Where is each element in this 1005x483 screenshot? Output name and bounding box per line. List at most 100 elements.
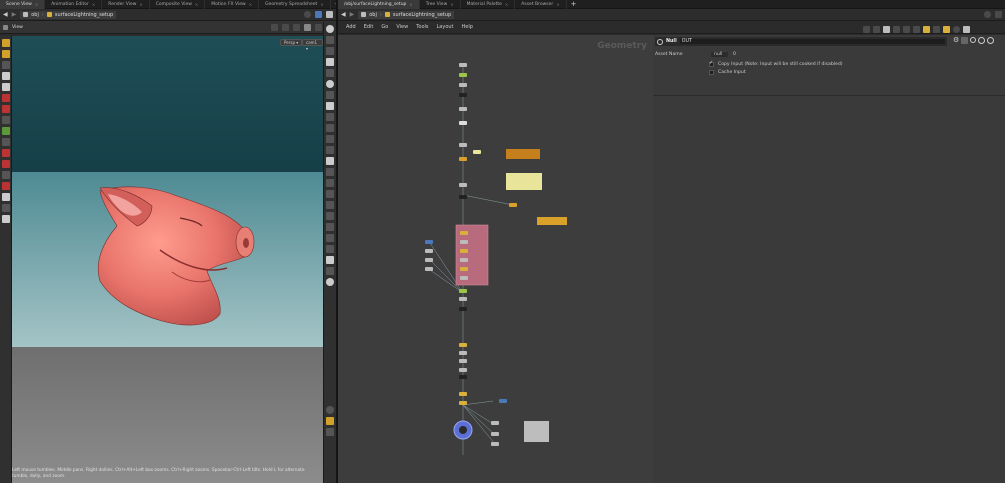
move-tool-icon[interactable] <box>1 50 10 58</box>
magnet2-icon[interactable] <box>1 182 10 190</box>
tools-icon[interactable] <box>863 26 870 33</box>
view-tool-icon[interactable] <box>1 204 10 212</box>
close-icon[interactable]: × <box>505 0 508 9</box>
display-icon-3[interactable] <box>326 69 334 77</box>
handle-tool-icon[interactable] <box>1 94 10 102</box>
close-icon[interactable]: × <box>139 0 142 9</box>
sticky-note-orange[interactable] <box>506 149 540 159</box>
display-icon-14[interactable] <box>326 223 334 231</box>
snap-grid-icon[interactable] <box>1 127 10 135</box>
menu-edit[interactable]: Edit <box>364 24 374 30</box>
expand-icon[interactable] <box>326 428 334 436</box>
badge-icon[interactable] <box>923 26 930 33</box>
lock-camera-icon[interactable] <box>326 58 334 66</box>
display-icon-7[interactable] <box>326 146 334 154</box>
sop-node[interactable] <box>459 289 467 293</box>
sop-node[interactable] <box>491 432 499 436</box>
sop-node[interactable] <box>460 276 468 280</box>
sop-node[interactable] <box>459 297 467 301</box>
sop-node[interactable] <box>425 267 433 271</box>
close-icon[interactable]: × <box>320 0 323 9</box>
sop-node[interactable] <box>459 73 467 77</box>
tab-3[interactable]: Asset Browser × <box>515 0 567 9</box>
rotate-tool-icon[interactable] <box>1 61 10 69</box>
display-icon-1[interactable] <box>326 36 334 44</box>
left-network-path[interactable]: obj › surfaceLightning_setup <box>20 10 117 19</box>
tab-0[interactable]: Scene View × <box>0 0 46 9</box>
sop-node[interactable] <box>491 442 499 446</box>
shading-icon[interactable] <box>326 80 334 88</box>
sticky-note-grey[interactable] <box>524 421 549 442</box>
select-tool-icon[interactable] <box>1 39 10 47</box>
pane-menu-icon[interactable] <box>995 11 1002 18</box>
light-bulb-icon[interactable] <box>326 91 334 99</box>
sop-node[interactable] <box>459 368 467 372</box>
sop-node[interactable] <box>425 240 433 244</box>
display-icon-19[interactable] <box>326 278 334 286</box>
info-icon[interactable] <box>326 406 334 414</box>
attract-icon[interactable] <box>1 149 10 157</box>
flag-icon[interactable] <box>943 26 950 33</box>
help-icon[interactable] <box>326 25 334 33</box>
sop-node[interactable] <box>425 249 433 253</box>
asset-name-field[interactable]: null <box>711 52 728 57</box>
sticky-note-yellow[interactable] <box>506 173 542 190</box>
sop-node[interactable] <box>459 195 467 199</box>
tab-5[interactable]: Geometry Spreadsheet × <box>259 0 331 9</box>
3d-viewport[interactable]: Persp ▾ cam1 ▾ <box>12 36 323 483</box>
tree-icon[interactable] <box>873 26 880 33</box>
curve-icon[interactable] <box>1 160 10 168</box>
display-icon-8[interactable] <box>326 157 334 165</box>
palette-icon[interactable] <box>913 26 920 33</box>
sop-node[interactable] <box>460 267 468 271</box>
display-icon-5[interactable] <box>326 124 334 132</box>
close-icon[interactable]: × <box>249 0 252 9</box>
sop-node[interactable] <box>459 183 467 187</box>
sop-node[interactable] <box>459 359 467 363</box>
display-icon-6[interactable] <box>326 135 334 143</box>
display-icon-10[interactable] <box>326 179 334 187</box>
search-icon[interactable] <box>970 37 977 43</box>
camera-menu-button[interactable]: cam1 ▾ <box>302 39 323 51</box>
sop-node[interactable] <box>499 399 507 403</box>
snap-icon[interactable] <box>293 23 300 31</box>
close-icon[interactable]: × <box>195 0 198 9</box>
display-icon-18[interactable] <box>326 267 334 275</box>
sop-node[interactable] <box>460 231 468 235</box>
display-icon-16[interactable] <box>326 245 334 253</box>
sop-node[interactable] <box>460 249 468 253</box>
tab-2[interactable]: Render View × <box>102 0 150 9</box>
tab-3[interactable]: Composite View × <box>150 0 206 9</box>
network-view[interactable]: Geometry <box>338 35 653 483</box>
display-options-icon[interactable] <box>315 11 322 18</box>
tab-1[interactable]: Tree View × <box>420 0 461 9</box>
sop-node[interactable] <box>473 150 481 154</box>
display-icon-11[interactable] <box>326 190 334 198</box>
display-icon-9[interactable] <box>326 168 334 176</box>
close-icon[interactable]: × <box>556 0 559 9</box>
display-icon-17[interactable] <box>326 256 334 264</box>
layout-icon[interactable] <box>933 26 940 33</box>
sop-node[interactable] <box>459 63 467 67</box>
gear-icon[interactable]: ⚙ <box>953 37 959 44</box>
tab-0[interactable]: /obj/surfaceLightning_setup × <box>338 0 420 9</box>
sop-node[interactable] <box>491 421 499 425</box>
display-icon[interactable] <box>963 26 970 33</box>
lock-icon[interactable] <box>1 83 10 91</box>
search-icon[interactable] <box>953 26 960 33</box>
copy-input-checkbox[interactable] <box>709 60 714 67</box>
sop-node[interactable] <box>459 307 467 311</box>
measure-icon[interactable] <box>1 171 10 179</box>
list-view-icon[interactable] <box>893 26 900 33</box>
close-icon[interactable]: × <box>35 0 38 9</box>
shading-mode-icon[interactable] <box>304 23 311 31</box>
hdaicon-icon[interactable] <box>961 37 969 44</box>
magnet-icon[interactable] <box>1 105 10 113</box>
sop-node[interactable] <box>459 401 467 405</box>
pose-tool-icon[interactable] <box>1 72 10 80</box>
forward-arrow-icon[interactable]: ▶ <box>12 11 17 18</box>
sop-node[interactable] <box>459 392 467 396</box>
display-icon-4[interactable] <box>326 113 334 121</box>
display-icon-15[interactable] <box>326 234 334 242</box>
menu-tools[interactable]: Tools <box>416 24 428 30</box>
